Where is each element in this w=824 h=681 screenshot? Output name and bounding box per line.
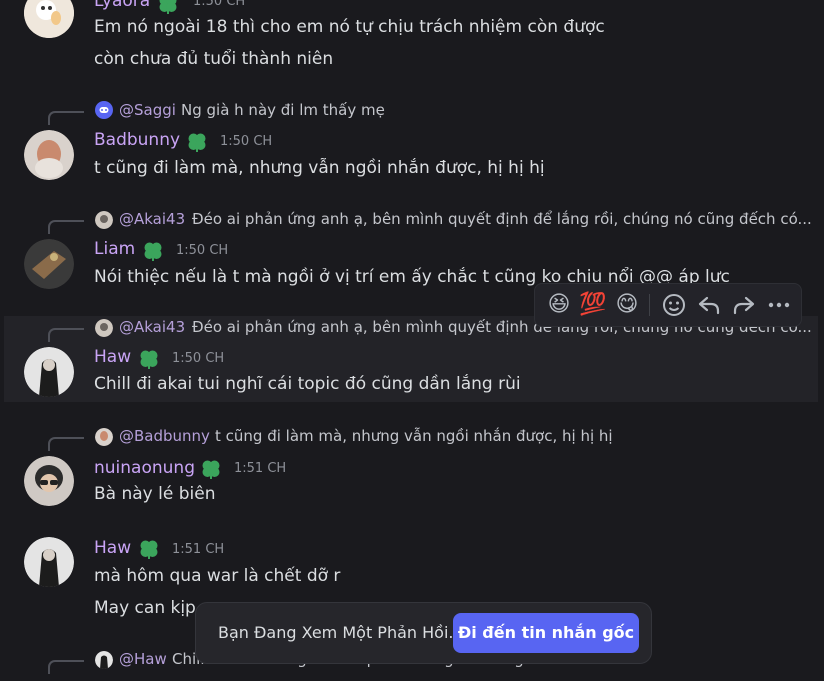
- reply-username[interactable]: @Akai43: [119, 210, 185, 228]
- timestamp: 1:51 CH: [172, 542, 225, 557]
- reply-connector: [48, 437, 84, 451]
- message-text: Em nó ngoài 18 thì cho em nó tự chịu trá…: [94, 17, 605, 37]
- message-list[interactable]: Lyaora 1:50 CH Em nó ngoài 18 thì cho em…: [0, 0, 824, 681]
- toast-message: Bạn Đang Xem Một Phản Hồi.: [218, 623, 454, 642]
- timestamp: 1:51 CH: [234, 461, 287, 476]
- reply-icon[interactable]: [693, 289, 725, 321]
- username[interactable]: nuinaonung: [94, 458, 195, 478]
- reply-avatar: [95, 651, 113, 669]
- timestamp: 1:50 CH: [193, 0, 246, 9]
- message-text: mà hôm qua war là chết dỡ r: [94, 566, 341, 586]
- viewing-reply-toast: Bạn Đang Xem Một Phản Hồi. Đi đến tin nh…: [195, 602, 652, 664]
- clover-icon: [202, 460, 220, 479]
- quick-reaction-button[interactable]: 😋: [611, 289, 643, 321]
- clover-icon: [188, 133, 206, 152]
- username[interactable]: Haw: [94, 538, 131, 558]
- quick-reaction-button[interactable]: 💯: [577, 289, 609, 321]
- avatar[interactable]: [24, 0, 74, 38]
- more-icon[interactable]: [763, 289, 795, 321]
- reply-avatar: [95, 319, 113, 337]
- reply-username[interactable]: @Badbunny: [119, 427, 210, 445]
- timestamp: 1:50 CH: [220, 134, 273, 149]
- clover-icon: [144, 242, 162, 261]
- clover-icon: [140, 350, 158, 369]
- reply-preview-text[interactable]: Ng già h này đi lm thấy mẹ: [181, 101, 385, 119]
- reply-username[interactable]: @Saggi: [119, 101, 176, 119]
- username[interactable]: Badbunny: [94, 130, 180, 150]
- reply-connector: [48, 220, 84, 234]
- avatar[interactable]: [24, 130, 74, 180]
- reply-connector: [48, 328, 84, 342]
- timestamp: 1:50 CH: [176, 243, 229, 258]
- reply-username[interactable]: @Akai43: [119, 318, 185, 336]
- avatar[interactable]: [24, 456, 74, 506]
- toolbar-divider: [649, 294, 650, 316]
- avatar[interactable]: [24, 239, 74, 289]
- reply-preview-text[interactable]: t cũng đi làm mà, nhưng vẫn ngồi nhắn đư…: [215, 427, 613, 445]
- username[interactable]: Lyaora: [94, 0, 150, 11]
- reply-avatar: [95, 211, 113, 229]
- message-text: Chill đi akai tui nghĩ cái topic đó cũng…: [94, 374, 521, 394]
- reply-avatar: [95, 428, 113, 446]
- reply-connector: [48, 111, 84, 125]
- message-text: còn chưa đủ tuổi thành niên: [94, 49, 334, 69]
- clover-icon: [140, 540, 158, 559]
- timestamp: 1:50 CH: [172, 351, 225, 366]
- quick-reaction-button[interactable]: 😆: [543, 289, 575, 321]
- message-action-toolbar: 😆 💯 😋: [534, 283, 802, 327]
- discord-icon: [95, 101, 113, 119]
- username[interactable]: Liam: [94, 239, 135, 259]
- jump-to-original-button[interactable]: Đi đến tin nhắn gốc: [453, 613, 639, 653]
- message-text: t cũng đi làm mà, nhưng vẫn ngồi nhắn đư…: [94, 158, 545, 178]
- message-text: May can kịp: [94, 598, 196, 618]
- avatar[interactable]: [24, 347, 74, 397]
- message-text: Bà này lé biên: [94, 484, 216, 504]
- username[interactable]: Haw: [94, 347, 131, 367]
- reply-preview-text[interactable]: Đéo ai phản ứng anh ạ, bên mình quyết đị…: [192, 210, 812, 228]
- forward-icon[interactable]: [728, 289, 760, 321]
- add-reaction-icon[interactable]: [658, 289, 690, 321]
- reply-username[interactable]: @Haw: [119, 650, 167, 668]
- avatar[interactable]: [24, 537, 74, 587]
- reply-connector: [48, 660, 84, 674]
- clover-icon: [159, 0, 177, 14]
